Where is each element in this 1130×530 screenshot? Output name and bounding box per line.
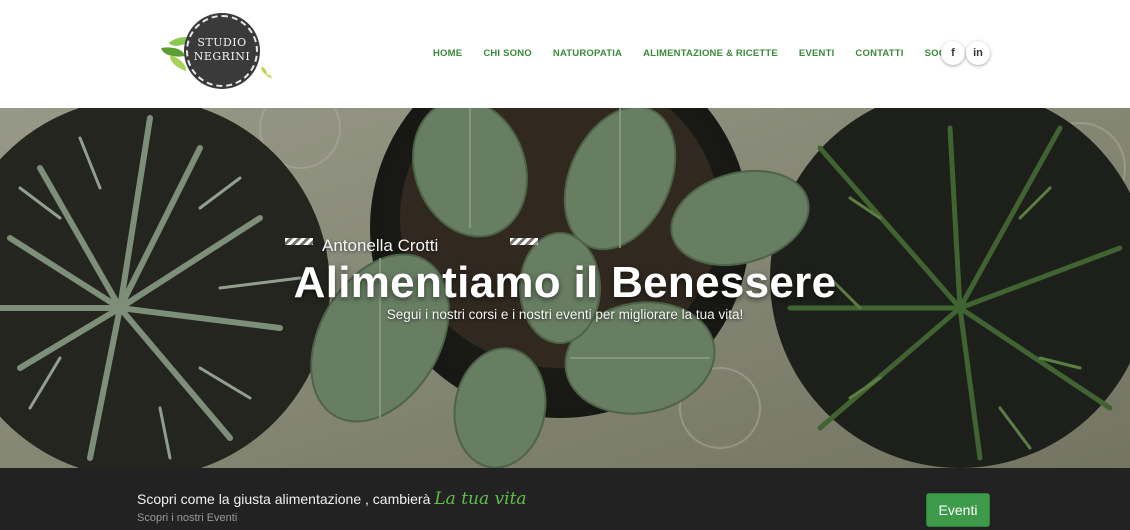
hero-banner: Antonella Crotti Alimentiamo il Benesser… [0, 108, 1130, 468]
logo-text-line2: NEGRINI [193, 50, 251, 63]
hero-title: Alimentiamo il Benessere [293, 258, 837, 307]
nav-contatti[interactable]: CONTATTI [855, 47, 903, 63]
cta-text-main: Scopri come la giusta alimentazione , ca… [137, 491, 431, 507]
nav-eventi[interactable]: EVENTI [799, 47, 835, 63]
logo-text-line1: STUDIO [197, 36, 247, 49]
decorative-stripe [285, 238, 313, 245]
decorative-stripe [510, 238, 538, 245]
site-header: STUDIO NEGRINI HOME CHI SONO NATUROPATIA… [0, 0, 1130, 108]
nav-chi-sono[interactable]: CHI SONO [483, 47, 532, 63]
hero-description: Segui i nostri corsi e i nostri eventi p… [386, 307, 744, 322]
linkedin-icon[interactable]: in [966, 41, 990, 65]
nav-home[interactable]: HOME [433, 47, 462, 63]
main-nav: HOME CHI SONO NATUROPATIA ALIMENTAZIONE … [433, 47, 983, 63]
studio-negrini-logo[interactable]: STUDIO NEGRINI [160, 12, 278, 90]
eventi-button[interactable]: Eventi [926, 493, 990, 527]
cta-text: Scopri come la giusta alimentazione , ca… [137, 489, 527, 509]
facebook-icon[interactable]: f [941, 41, 965, 65]
hero-subtitle: Antonella Crotti [322, 236, 439, 255]
nav-naturopatia[interactable]: NATUROPATIA [553, 47, 622, 63]
cta-text-accent: La tua vita [434, 489, 527, 509]
cta-subtext: Scopri i nostri Eventi [137, 512, 238, 524]
nav-alimentazione-ricette[interactable]: ALIMENTAZIONE & RICETTE [643, 47, 778, 63]
cta-bar: Scopri come la giusta alimentazione , ca… [0, 468, 1130, 530]
leaf-icon [266, 74, 272, 78]
